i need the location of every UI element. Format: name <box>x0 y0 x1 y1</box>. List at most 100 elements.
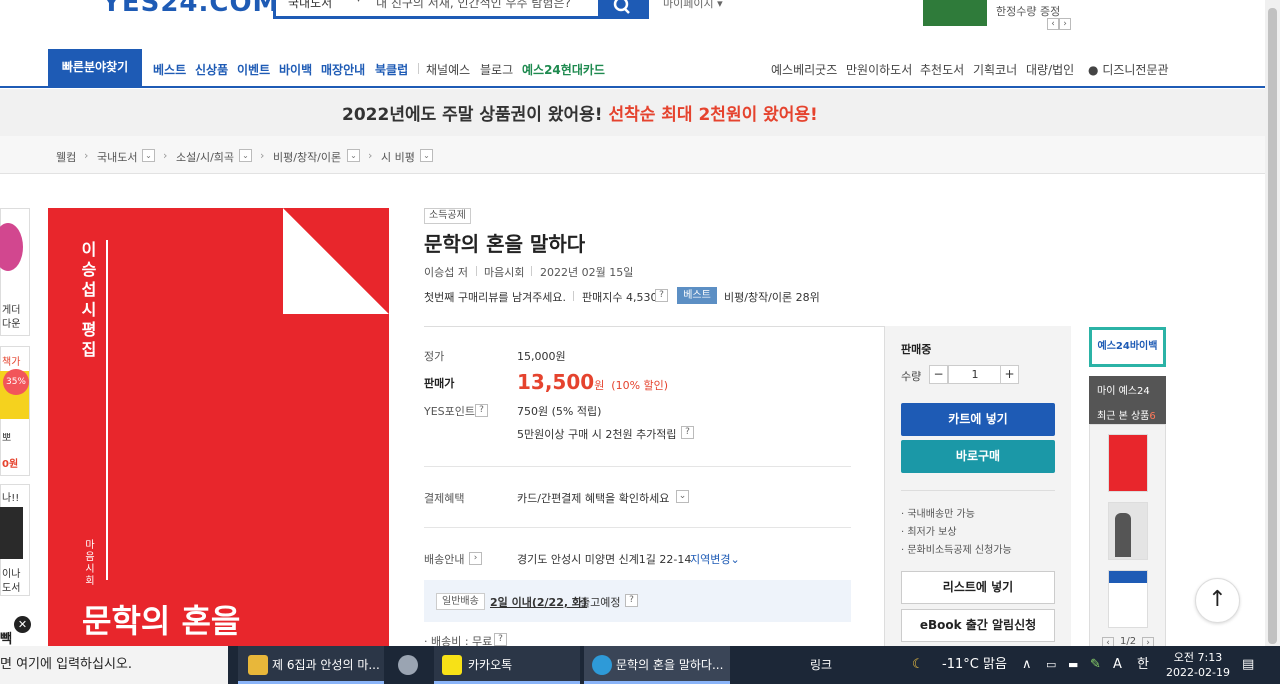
yes24-logo[interactable]: YES24.COM <box>102 0 279 18</box>
side-text: 빽 <box>0 632 12 647</box>
author-link[interactable]: 이승섭 저 <box>424 264 468 280</box>
gnb-best[interactable]: 베스트 <box>153 61 186 78</box>
search-input[interactable]: 내 친구의 서재, 인간적인 우주 탐험은? <box>376 0 571 11</box>
help-icon[interactable]: ? <box>475 404 488 417</box>
quick-find-button[interactable]: 빠른분야찾기 <box>48 49 142 86</box>
weather-desc[interactable]: 맑음 <box>983 646 1007 684</box>
taskbar-search-input[interactable]: 면 여기에 입력하십시오. <box>0 646 228 684</box>
side-banner-2[interactable]: 책가 35% 뽀 0원 <box>0 346 30 476</box>
weather-temp[interactable]: -11°C <box>942 646 979 684</box>
info-divider <box>424 326 884 327</box>
gnb-bookclub[interactable]: 북클럽 <box>375 61 408 78</box>
breadcrumb-poetry-dropdown[interactable]: ⌄ <box>420 149 433 162</box>
promo-prev-button[interactable]: ‹ <box>1047 18 1059 30</box>
gnb-new[interactable]: 신상품 <box>195 61 228 78</box>
ship-type-tag: 일반배송 <box>436 593 485 610</box>
yes-point-label: YES포인트 <box>424 405 476 418</box>
clock-time[interactable]: 오전 7:13 <box>1170 649 1226 665</box>
gnb-disney[interactable]: ● 디즈니전문관 <box>1088 61 1169 78</box>
sales-index: 판매지수 4,530 <box>582 291 658 304</box>
price-guarantee-note: · 최저가 보상 <box>901 527 957 538</box>
publisher-link[interactable]: 마음시회 <box>484 264 524 280</box>
ebook-alert-button[interactable]: eBook 출간 알림신청 <box>901 609 1055 642</box>
side-banner-3[interactable]: 나!! 이나 도서 <box>0 484 30 596</box>
breadcrumb-criticism[interactable]: 비평/창작/이론 <box>273 149 341 165</box>
quantity-plus-button[interactable]: + <box>1000 365 1019 384</box>
battery-icon[interactable]: ▬ <box>1068 646 1078 684</box>
gnb-channel-yes[interactable]: 채널예스 <box>426 61 470 78</box>
ime-korean[interactable]: 한 <box>1137 646 1149 684</box>
scroll-top-button[interactable]: ↑ <box>1195 578 1240 623</box>
quantity-input[interactable]: 1 <box>948 365 1002 384</box>
gnb-event[interactable]: 이벤트 <box>237 61 270 78</box>
gnb-blog[interactable]: 블로그 <box>480 61 513 78</box>
mypage-link[interactable]: 마이페이지 ▾ <box>663 0 723 11</box>
gnb-recommend[interactable]: 추천도서 <box>920 61 964 78</box>
close-icon[interactable]: ✕ <box>14 616 31 633</box>
tax-deduction-badge: 소득공제 <box>424 208 471 224</box>
add-to-wishlist-button[interactable]: 리스트에 넣기 <box>901 571 1055 604</box>
scrollbar-thumb[interactable] <box>1268 8 1277 644</box>
clock-date[interactable]: 2022-02-19 <box>1166 666 1230 679</box>
side-banner-image <box>0 223 23 271</box>
search-button[interactable] <box>598 0 649 19</box>
buy-now-button[interactable]: 바로구매 <box>901 440 1055 473</box>
promo-next-button[interactable]: › <box>1059 18 1071 30</box>
gnb-store[interactable]: 매장안내 <box>321 61 365 78</box>
breadcrumb-novel-dropdown[interactable]: ⌄ <box>239 149 252 162</box>
taskbar-edge-label: 문학의 혼을 말하다... <box>616 658 724 672</box>
best-rank-link[interactable]: 비평/창작/이론 28위 <box>724 289 820 305</box>
banner-text[interactable]: 2022년에도 주말 상품권이 왔어용! 선착순 최대 2천원이 왔어용! <box>342 100 818 125</box>
buyback-logo[interactable]: 예스24바이백 <box>1089 327 1166 367</box>
recent-item-thumb[interactable] <box>1108 434 1148 492</box>
help-icon[interactable]: ? <box>494 633 507 646</box>
recent-item-thumb[interactable] <box>1108 570 1148 628</box>
breadcrumb-criticism-dropdown[interactable]: ⌄ <box>347 149 360 162</box>
recent-item-thumb[interactable] <box>1108 502 1148 560</box>
side-banner-1[interactable]: 게더 다운 <box>0 208 30 336</box>
add-to-cart-button[interactable]: 카트에 넣기 <box>901 403 1055 436</box>
gnb-under10k[interactable]: 만원이하도서 <box>846 61 912 78</box>
breadcrumb-domestic[interactable]: 국내도서 <box>97 149 137 165</box>
help-icon[interactable]: ? <box>625 594 638 607</box>
promo-image[interactable] <box>923 0 987 26</box>
pen-icon[interactable]: ✎ <box>1090 646 1101 684</box>
breadcrumb-separator: › <box>84 149 89 162</box>
search-box[interactable]: 국내도서 ▾ 내 친구의 서재, 인간적인 우주 탐험은? <box>273 0 649 19</box>
ime-mode[interactable]: A <box>1113 646 1122 684</box>
chevron-right-icon[interactable]: › <box>469 552 482 565</box>
payment-benefit[interactable]: 카드/간편결제 혜택을 확인하세요 <box>517 490 669 506</box>
my-yes24-panel[interactable]: 마이 예스24 최근 본 상품6 <box>1089 376 1166 424</box>
breadcrumb-home[interactable]: 웰컴 <box>56 149 76 165</box>
buybox-divider <box>901 490 1055 491</box>
cover-page-fold <box>283 208 389 314</box>
taskbar-kakaotalk-label: 카카오톡 <box>468 658 513 672</box>
gnb-verygoods[interactable]: 예스베리굿즈 <box>771 61 837 78</box>
gnb-hyundai-card[interactable]: 예스24현대카드 <box>522 61 605 78</box>
my-yes24-link[interactable]: 마이 예스24 <box>1097 382 1150 397</box>
breadcrumb-domestic-dropdown[interactable]: ⌄ <box>142 149 155 162</box>
taskbar-links-toolbar[interactable]: 링크 <box>810 646 832 684</box>
network-icon[interactable]: ▭ <box>1046 646 1056 684</box>
gnb-underline <box>0 86 1265 88</box>
side-text: 책가 <box>2 357 21 368</box>
gnb-buyback[interactable]: 바이백 <box>279 61 312 78</box>
list-price-label: 정가 <box>424 350 445 363</box>
gnb-special[interactable]: 기획코너 <box>973 61 1017 78</box>
review-prompt-link[interactable]: 첫번째 구매리뷰를 남겨주세요. <box>424 289 566 305</box>
help-icon[interactable]: ? <box>681 426 694 439</box>
chevron-down-icon[interactable]: ⌄ <box>676 490 689 503</box>
thumb-figure <box>1115 513 1131 557</box>
thumb-band <box>1109 571 1147 583</box>
quantity-minus-button[interactable]: − <box>929 365 948 384</box>
breadcrumb-poetry[interactable]: 시 비평 <box>381 149 415 165</box>
breadcrumb-novel[interactable]: 소설/시/희곡 <box>176 149 234 165</box>
region-change-link[interactable]: 지역변경⌄ <box>690 551 740 567</box>
notification-icon[interactable]: ▤ <box>1242 646 1254 684</box>
side-text: 도서 <box>2 583 21 594</box>
gnb-bulk[interactable]: 대량/법인 <box>1026 61 1074 78</box>
app-icon[interactable] <box>398 655 418 675</box>
tray-chevron-up-icon[interactable]: ∧ <box>1022 646 1032 684</box>
help-icon[interactable]: ? <box>655 289 668 302</box>
search-category[interactable]: 국내도서 <box>288 0 332 11</box>
